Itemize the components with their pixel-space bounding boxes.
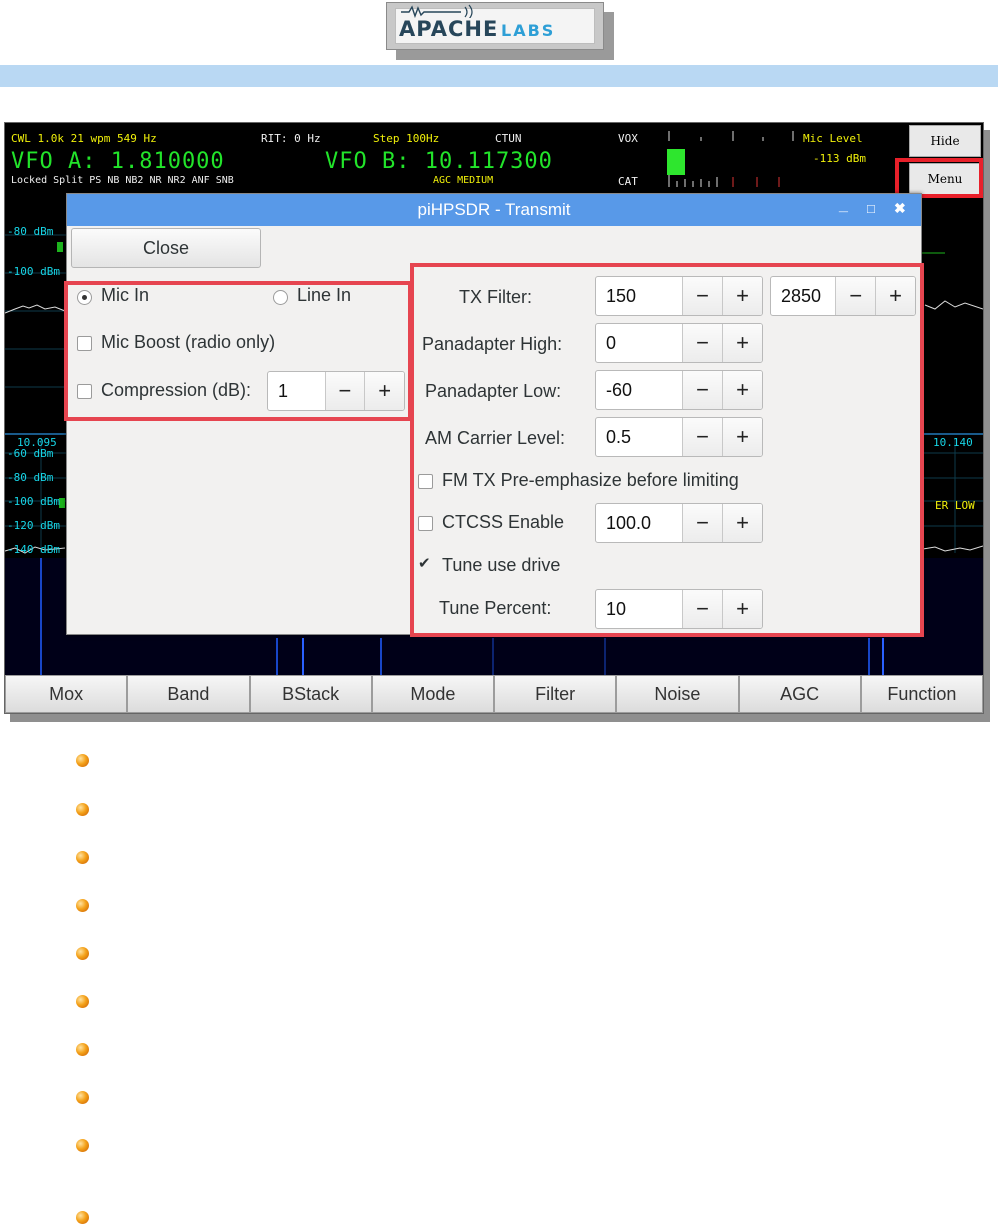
- bottom-toolbar: Mox Band BStack Mode Filter Noise AGC Fu…: [5, 675, 983, 713]
- mox-button[interactable]: Mox: [5, 675, 128, 713]
- apache-labs-logo: APACHE LABS: [386, 2, 604, 50]
- mode-button[interactable]: Mode: [371, 675, 494, 713]
- noise-button[interactable]: Noise: [616, 675, 739, 713]
- logo-text-labs: LABS: [501, 21, 556, 40]
- lower-scale-80: -80 dBm: [7, 471, 54, 484]
- dialog-title: piHPSDR - Transmit: [417, 200, 571, 219]
- agc-status: AGC MEDIUM: [433, 175, 494, 186]
- lower-scale-100: -100 dBm: [7, 495, 60, 508]
- vox-status: VOX: [618, 132, 638, 145]
- orange-ball-bullet-icon: [76, 1043, 89, 1056]
- input-options-highlight-box: [64, 281, 412, 421]
- band-button[interactable]: Band: [127, 675, 250, 713]
- orange-ball-bullet-icon: [76, 803, 89, 816]
- ctun-status: CTUN: [495, 132, 522, 145]
- maximize-icon[interactable]: □: [867, 201, 875, 216]
- lower-scale-60: -60 dBm: [7, 447, 54, 460]
- lower-scale-120: -120 dBm: [7, 519, 60, 532]
- orange-ball-bullet-icon: [76, 1091, 89, 1104]
- hide-button[interactable]: Hide: [909, 125, 981, 157]
- step-status: Step 100Hz: [373, 132, 440, 145]
- rit-status: RIT: 0 Hz: [261, 132, 321, 145]
- mic-level-label: Mic Level: [803, 132, 863, 145]
- orange-ball-bullet-icon: [76, 1211, 89, 1224]
- orange-ball-bullet-icon: [76, 1139, 89, 1152]
- scale-label-100: -100 dBm: [7, 265, 60, 278]
- scale-label-80: -80 dBm: [7, 225, 54, 238]
- menu-highlight-box: [895, 158, 983, 198]
- vfo-a-display[interactable]: VFO A: 1.810000: [11, 149, 225, 174]
- function-button[interactable]: Function: [860, 675, 983, 713]
- bstack-button[interactable]: BStack: [249, 675, 372, 713]
- minimize-icon[interactable]: _: [839, 197, 848, 215]
- cat-status: CAT: [618, 175, 638, 188]
- signal-wave-icon: [401, 4, 473, 18]
- orange-ball-bullet-icon: [76, 754, 89, 767]
- orange-ball-bullet-icon: [76, 995, 89, 1008]
- filter-tag: ER LOW: [935, 499, 975, 512]
- orange-ball-bullet-icon: [76, 899, 89, 912]
- orange-ball-bullet-icon: [76, 947, 89, 960]
- agc-button[interactable]: AGC: [738, 675, 861, 713]
- mode-status: CWL 1.0k 21 wpm 549 Hz: [11, 132, 157, 145]
- flags-status: Locked Split PS NB NB2 NR NR2 ANF SNB: [11, 175, 234, 186]
- freq-label-right: 10.140: [933, 436, 973, 449]
- header-band: [0, 65, 998, 87]
- mic-level-meter: [667, 131, 794, 187]
- close-button[interactable]: Close: [71, 228, 261, 268]
- dialog-titlebar: piHPSDR - Transmit _ □ ✖: [67, 194, 921, 226]
- mic-level-value: -113 dBm: [813, 152, 866, 165]
- close-icon[interactable]: ✖: [894, 200, 906, 217]
- logo-text-apache: APACHE: [399, 17, 499, 41]
- lower-scale-140: -140 dBm: [7, 543, 60, 556]
- tx-settings-highlight-box: [410, 263, 924, 637]
- vfo-b-display[interactable]: VFO B: 10.117300: [325, 149, 553, 174]
- orange-ball-bullet-icon: [76, 851, 89, 864]
- filter-button[interactable]: Filter: [494, 675, 617, 713]
